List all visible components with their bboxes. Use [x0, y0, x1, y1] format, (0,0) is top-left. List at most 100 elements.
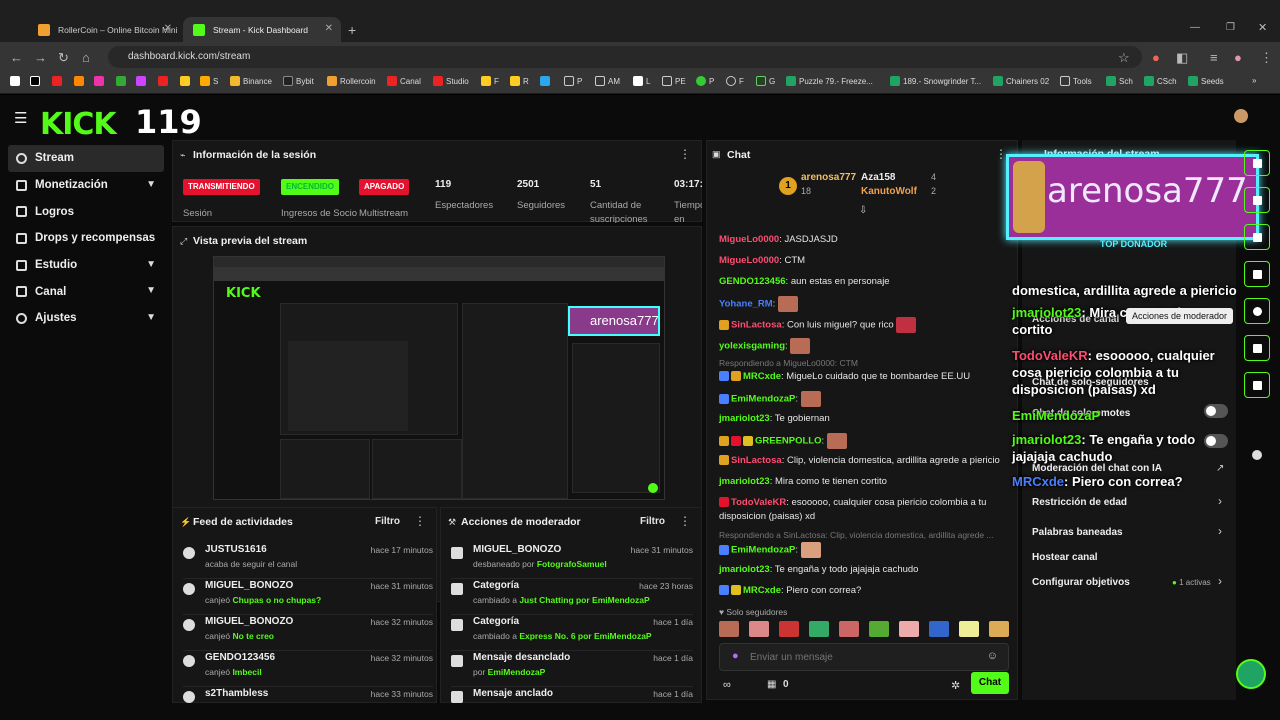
bookmark-icon[interactable] [10, 76, 20, 86]
more-bookmarks-icon[interactable]: » [1252, 76, 1256, 85]
sidebar-item-drops[interactable]: Drops y recompensas [8, 225, 164, 252]
reload-icon[interactable]: ↻ [58, 50, 69, 66]
bolt-icon[interactable] [1244, 187, 1270, 213]
tab-rollercoin[interactable]: RollerCoin – Online Bitcoin Mini ✕ [28, 17, 180, 42]
mod-filter-button[interactable]: Filtro [640, 516, 665, 527]
activity-user[interactable]: JUSTUS1616 [205, 544, 267, 555]
bookmark-studio[interactable]: Studio [433, 76, 469, 86]
url-input[interactable]: dashboard.kick.com/stream [108, 46, 1142, 68]
emote-icon[interactable] [959, 621, 979, 637]
new-tab-icon[interactable]: + [348, 22, 356, 38]
chat-username[interactable]: SinLactosa [731, 320, 782, 331]
leader-name[interactable]: Aza158 [861, 172, 895, 183]
chat-username[interactable]: MigueLo0000 [719, 234, 779, 245]
bookmark-canal[interactable]: Canal [387, 76, 421, 86]
bookmark-icon[interactable] [136, 76, 146, 86]
close-window-icon[interactable]: ✕ [1258, 21, 1267, 34]
extensions-puzzle-icon[interactable]: ◧ [1176, 50, 1188, 66]
bookmark-icon[interactable] [74, 76, 84, 86]
reply-reference[interactable]: Respondiendo a MigueLo0000: CTM [719, 358, 858, 368]
chat-input-box[interactable]: ● ☺ [719, 643, 1009, 671]
support-chat-icon[interactable] [1236, 659, 1266, 689]
bookmark-l[interactable]: L [633, 76, 650, 86]
minimize-icon[interactable]: — [1190, 22, 1200, 33]
emote-icon[interactable] [989, 621, 1009, 637]
emote-icon[interactable] [839, 621, 859, 637]
more-options-icon[interactable]: ⋮ [414, 514, 426, 528]
bookmark-r[interactable]: R [510, 76, 529, 86]
chat-username[interactable]: GENDO123456 [719, 276, 786, 287]
integration-icon[interactable] [1252, 450, 1262, 460]
back-icon[interactable]: ← [10, 50, 23, 65]
sidebar-item-monetizacion[interactable]: Monetización ▼ [8, 172, 164, 199]
age-restriction-row[interactable]: Restricción de edad [1032, 497, 1127, 508]
chat-username[interactable]: Yohane_RM [719, 299, 773, 310]
sidebar-item-ajustes[interactable]: Ajustes ▼ [8, 305, 164, 332]
bookmark-f[interactable]: F [481, 76, 499, 86]
notes-icon[interactable] [1244, 224, 1270, 250]
bookmark-am[interactable]: AM [595, 76, 620, 86]
leader-name[interactable]: KanutoWolf [861, 186, 917, 197]
hamburger-menu-icon[interactable]: ☰ [14, 109, 27, 127]
emoji-picker-icon[interactable]: ☺ [987, 650, 998, 662]
close-tab-icon[interactable]: ✕ [325, 23, 333, 34]
bookmark-snowgrinder[interactable]: 189.- Snowgrinder T... [890, 76, 981, 86]
chat-username[interactable]: jmariolot23 [719, 564, 770, 575]
emote-icon[interactable] [899, 621, 919, 637]
send-chat-button[interactable]: Chat [971, 672, 1009, 694]
activity-filter-button[interactable]: Filtro [375, 516, 400, 527]
chat-username[interactable]: MRCxde [743, 371, 781, 382]
store-icon[interactable]: ▦ [767, 679, 776, 690]
emote-icon[interactable] [749, 621, 769, 637]
bookmark-s[interactable]: S [200, 76, 218, 86]
chat-message-input[interactable] [750, 649, 978, 665]
chat-username[interactable]: yolexisgaming [719, 341, 785, 352]
bookmark-pe[interactable]: PE [662, 76, 686, 86]
activity-user[interactable]: MIGUEL_BONOZO [205, 616, 293, 627]
activity-user[interactable]: GENDO123456 [205, 652, 275, 663]
chat-username[interactable]: MigueLo0000 [719, 255, 779, 266]
chat-username[interactable]: GREENPOLLO [755, 436, 822, 447]
expand-leaderboard-icon[interactable]: ⇩ [859, 205, 867, 216]
bookmark-icon[interactable] [52, 76, 62, 86]
wrench-icon[interactable] [1244, 372, 1270, 398]
bookmark-bybit[interactable]: Bybit [283, 76, 314, 86]
channel-points-icon[interactable]: ∞ [723, 679, 731, 691]
chat-popout-icon[interactable] [1244, 261, 1270, 287]
bookmark-chainers[interactable]: Chainers 02 [993, 76, 1049, 86]
bookmark-rollercoin[interactable]: Rollercoin [327, 76, 376, 86]
bookmark-puzzle[interactable]: Puzzle 79.- Freeze... [786, 76, 873, 86]
bookmark-sch[interactable]: Sch [1106, 76, 1133, 86]
emote-icon[interactable] [869, 621, 889, 637]
more-options-icon[interactable]: ⋮ [679, 514, 691, 528]
stream-preview-video[interactable]: KICK arenosa777 [213, 256, 665, 500]
host-channel-row[interactable]: Hostear canal [1032, 552, 1098, 563]
tab-kick-dashboard[interactable]: Stream - Kick Dashboard ✕ [183, 17, 341, 42]
chat-username[interactable]: MRCxde [743, 585, 781, 596]
goals-row[interactable]: Configurar objetivos [1032, 577, 1130, 588]
media-control-icon[interactable]: ≡ [1210, 50, 1218, 65]
mod-target[interactable]: MIGUEL_BONOZO [473, 544, 561, 555]
bookmark-icon[interactable] [116, 76, 126, 86]
chat-username[interactable]: TodoValeKR [731, 497, 786, 508]
sidebar-item-estudio[interactable]: Estudio ▼ [8, 252, 164, 279]
bookmark-binance[interactable]: Binance [230, 76, 272, 86]
chat-username[interactable]: jmariolot23 [719, 476, 770, 487]
emote-icon[interactable] [929, 621, 949, 637]
emote-icon[interactable] [809, 621, 829, 637]
bookmark-g[interactable]: G [756, 76, 775, 86]
broadcast-icon[interactable] [1244, 298, 1270, 324]
bookmark-f2[interactable]: F [726, 76, 744, 86]
close-tab-icon[interactable]: ✕ [164, 23, 172, 34]
home-icon[interactable]: ⌂ [82, 50, 90, 65]
bookmark-icon[interactable] [180, 76, 190, 86]
activity-user[interactable]: MIGUEL_BONOZO [205, 580, 293, 591]
bookmark-icon[interactable] [158, 76, 168, 86]
chat-username[interactable]: EmiMendozaP [731, 545, 795, 556]
bookmark-star-icon[interactable]: ☆ [1118, 50, 1130, 66]
chat-username[interactable]: SinLactosa [731, 455, 782, 466]
sidebar-item-stream[interactable]: Stream [8, 145, 164, 172]
bookmark-p2[interactable]: P [696, 76, 714, 86]
bookmark-p[interactable]: P [564, 76, 582, 86]
reply-reference[interactable]: Respondiendo a SinLactosa: Clip, violenc… [719, 530, 994, 540]
